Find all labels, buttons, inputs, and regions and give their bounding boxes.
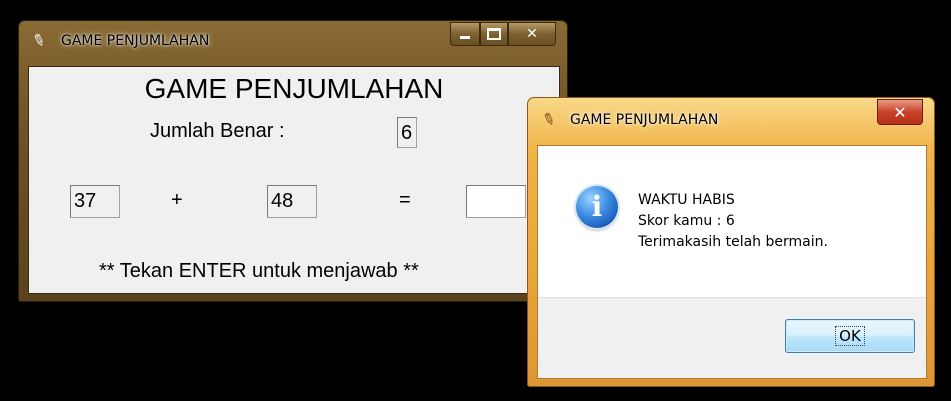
dialog-client-area: i WAKTU HABIS Skor kamu : 6 Terimakasih … bbox=[537, 145, 927, 379]
maximize-button[interactable] bbox=[480, 22, 508, 46]
operand-b-field: 48 bbox=[267, 185, 317, 218]
feather-icon: ✎ bbox=[29, 29, 49, 52]
score-value: 6 bbox=[397, 117, 417, 148]
dialog-close-button[interactable]: ✕ bbox=[877, 99, 923, 125]
maximize-icon bbox=[487, 28, 501, 40]
ok-button[interactable]: OK bbox=[785, 319, 915, 353]
message-line: Skor kamu : 6 bbox=[638, 213, 735, 229]
ok-button-label: OK bbox=[835, 326, 865, 346]
game-heading: GAME PENJUMLAHAN bbox=[144, 73, 444, 104]
main-window-title: GAME PENJUMLAHAN bbox=[61, 33, 210, 49]
caption-buttons: ✕ bbox=[450, 22, 556, 46]
minimize-button[interactable] bbox=[450, 22, 480, 46]
main-window: ✎ GAME PENJUMLAHAN ✕ GAME PENJUMLAHAN Ju… bbox=[18, 20, 568, 302]
close-icon: ✕ bbox=[526, 26, 538, 42]
close-button[interactable]: ✕ bbox=[508, 22, 556, 46]
equals-sign: = bbox=[399, 189, 411, 211]
minimize-icon bbox=[460, 36, 470, 39]
dialog-title[interactable]: GAME PENJUMLAHAN bbox=[570, 112, 718, 128]
score-label: Jumlah Benar : bbox=[150, 120, 285, 142]
message-line: Terimakasih telah bermain. bbox=[638, 234, 828, 250]
feather-icon: ✎ bbox=[539, 108, 559, 131]
operand-a-field: 37 bbox=[70, 185, 120, 218]
plus-operator: + bbox=[171, 189, 183, 211]
main-client-area: GAME PENJUMLAHAN Jumlah Benar : 6 37 + 4… bbox=[28, 66, 560, 294]
info-icon: i bbox=[576, 186, 618, 228]
answer-input[interactable] bbox=[466, 185, 526, 218]
main-titlebar[interactable]: ✎ GAME PENJUMLAHAN ✕ bbox=[18, 20, 568, 60]
close-icon: ✕ bbox=[893, 102, 907, 122]
instruction-text: ** Tekan ENTER untuk menjawab ** bbox=[99, 260, 419, 282]
message-line: WAKTU HABIS bbox=[638, 192, 735, 208]
message-dialog: ✎ GAME PENJUMLAHAN ✕ i WAKTU HABIS Skor … bbox=[527, 97, 935, 387]
